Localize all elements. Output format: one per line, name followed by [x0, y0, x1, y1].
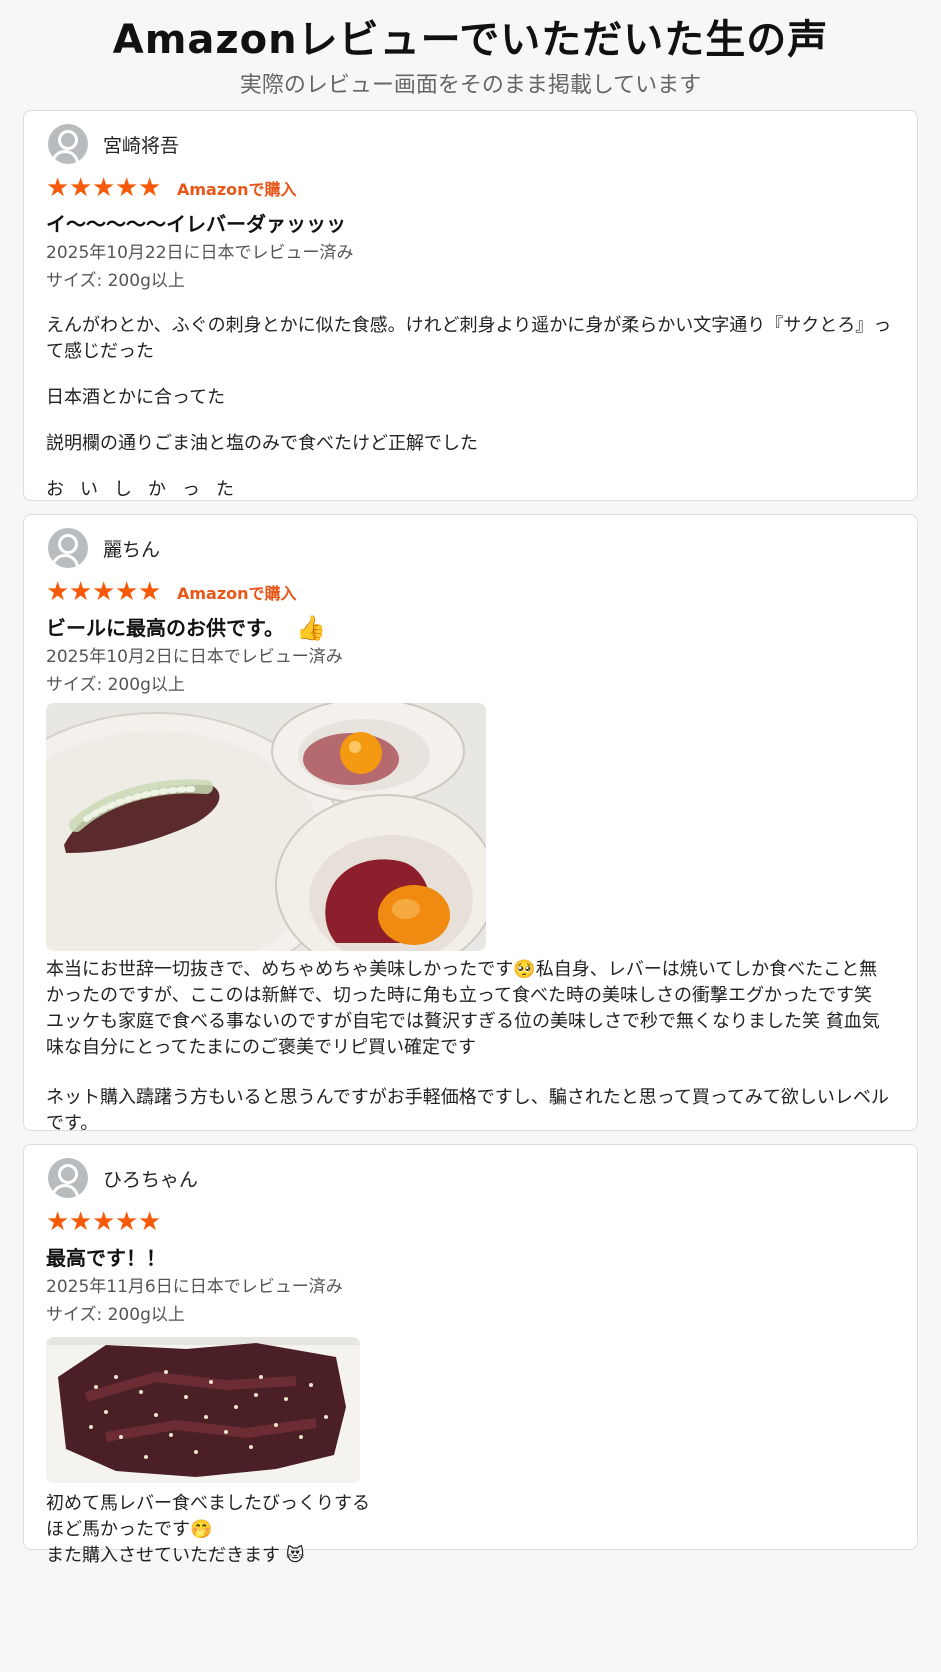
star-rating[interactable]: ★ ★ ★ ★ ★ — [46, 175, 161, 201]
liver-dishes-photo — [46, 703, 486, 951]
review-size: サイズ: 200g以上 — [46, 1305, 185, 1325]
page-subtitle: 実際のレビュー画面をそのまま掲載しています — [239, 73, 702, 98]
star-icon: ★ — [69, 173, 93, 203]
star-icon: ★ — [92, 577, 116, 607]
review-headline-row[interactable]: ビールに最高のお供です。 👍 — [46, 613, 895, 643]
star-rating[interactable]: ★ ★ ★ ★ ★ — [46, 579, 161, 605]
review-paragraph: ネット購入躊躇う方もいると思うんですがお手軽価格ですし、騙されたと思って買ってみ… — [46, 1087, 889, 1134]
review-paragraph: 説明欄の通りごま油と塩のみで食べたけど正解でした — [46, 433, 478, 454]
review-line: ほど馬かったです🤭 — [46, 1519, 213, 1540]
review-body: えんがわとか、ふぐの刺身とかに似た食感。けれど刺身より遥かに身が柔らかい文字通り… — [46, 313, 895, 503]
review-paragraph: 日本酒とかに合ってた — [46, 387, 226, 408]
avatar[interactable] — [48, 528, 88, 568]
review-card-3: ひろちゃん ★ ★ ★ ★ ★ 最高です！！ 2025年11月6日に日本でレビュ… — [23, 1144, 918, 1566]
star-icon: ★ — [115, 1207, 139, 1237]
star-icon: ★ — [69, 577, 93, 607]
star-icon: ★ — [92, 173, 116, 203]
thumbs-up-icon: 👍 — [296, 614, 326, 642]
star-icon: ★ — [138, 1207, 162, 1237]
page-header: Amazonレビューでいただいた生の声 実際のレビュー画面をそのまま掲載していま… — [0, 0, 941, 104]
rating-row: ★ ★ ★ ★ ★ Amazonで購入 — [46, 579, 895, 605]
star-icon: ★ — [138, 577, 162, 607]
star-icon: ★ — [92, 1207, 116, 1237]
review-paragraph: えんがわとか、ふぐの刺身とかに似た食感。けれど刺身より遥かに身が柔らかい文字通り… — [46, 315, 892, 362]
avatar[interactable] — [48, 1158, 88, 1198]
review-body: 本当にお世辞一切抜きで、めちゃめちゃ美味しかったです🥺私自身、レバーは焼いてしか… — [46, 957, 895, 1137]
review-headline: ビールに最高のお供です。 — [46, 616, 284, 640]
star-icon: ★ — [115, 577, 139, 607]
page-title: Amazonレビューでいただいた生の声 — [112, 17, 829, 63]
review-headline[interactable]: 最高です！！ — [46, 1243, 895, 1273]
review-line: また購入させていただきます 😻 — [46, 1545, 305, 1566]
sesame-liver-photo — [46, 1337, 360, 1483]
review-body: 初めて馬レバー食べましたびっくりする ほど馬かったです🤭 また購入させていただき… — [46, 1491, 895, 1569]
star-rating[interactable]: ★ ★ ★ ★ ★ — [46, 1209, 161, 1235]
review-card-1: 宮崎将吾 ★ ★ ★ ★ ★ Amazonで購入 イ〜〜〜〜〜イレバーダァッッッ… — [23, 110, 918, 501]
review-date: 2025年10月22日に日本でレビュー済み — [46, 243, 354, 263]
review-photo[interactable] — [46, 1337, 360, 1483]
review-size: サイズ: 200g以上 — [46, 271, 185, 291]
review-photo[interactable] — [46, 703, 486, 951]
star-icon: ★ — [46, 173, 70, 203]
avatar[interactable] — [48, 124, 88, 164]
reviewer-row: 宮崎将吾 — [48, 123, 895, 165]
review-paragraph: おいしかった — [46, 479, 250, 500]
review-paragraph: 本当にお世辞一切抜きで、めちゃめちゃ美味しかったです🥺私自身、レバーは焼いてしか… — [46, 959, 880, 1058]
rating-row: ★ ★ ★ ★ ★ Amazonで購入 — [46, 175, 895, 201]
star-icon: ★ — [138, 173, 162, 203]
review-card-2: 麗ちん ★ ★ ★ ★ ★ Amazonで購入 ビールに最高のお供です。 👍 2… — [23, 514, 918, 1134]
star-icon: ★ — [69, 1207, 93, 1237]
reviewer-name[interactable]: 麗ちん — [103, 535, 160, 562]
star-icon: ★ — [46, 577, 70, 607]
review-date: 2025年11月6日に日本でレビュー済み — [46, 1277, 343, 1297]
rating-row: ★ ★ ★ ★ ★ — [46, 1209, 895, 1235]
star-icon: ★ — [115, 173, 139, 203]
review-date: 2025年10月2日に日本でレビュー済み — [46, 647, 343, 667]
verified-purchase-badge: Amazonで購入 — [177, 584, 297, 603]
review-line: 初めて馬レバー食べましたびっくりする — [46, 1493, 370, 1514]
reviewer-name[interactable]: 宮崎将吾 — [103, 131, 179, 158]
reviewer-name[interactable]: ひろちゃん — [103, 1165, 198, 1192]
verified-purchase-badge: Amazonで購入 — [177, 180, 297, 199]
reviewer-row: ひろちゃん — [48, 1157, 895, 1199]
review-headline[interactable]: イ〜〜〜〜〜イレバーダァッッッ — [46, 209, 895, 239]
star-icon: ★ — [46, 1207, 70, 1237]
review-size: サイズ: 200g以上 — [46, 675, 185, 695]
page: Amazonレビューでいただいた生の声 実際のレビュー画面をそのまま掲載していま… — [0, 0, 941, 1672]
reviewer-row: 麗ちん — [48, 527, 895, 569]
